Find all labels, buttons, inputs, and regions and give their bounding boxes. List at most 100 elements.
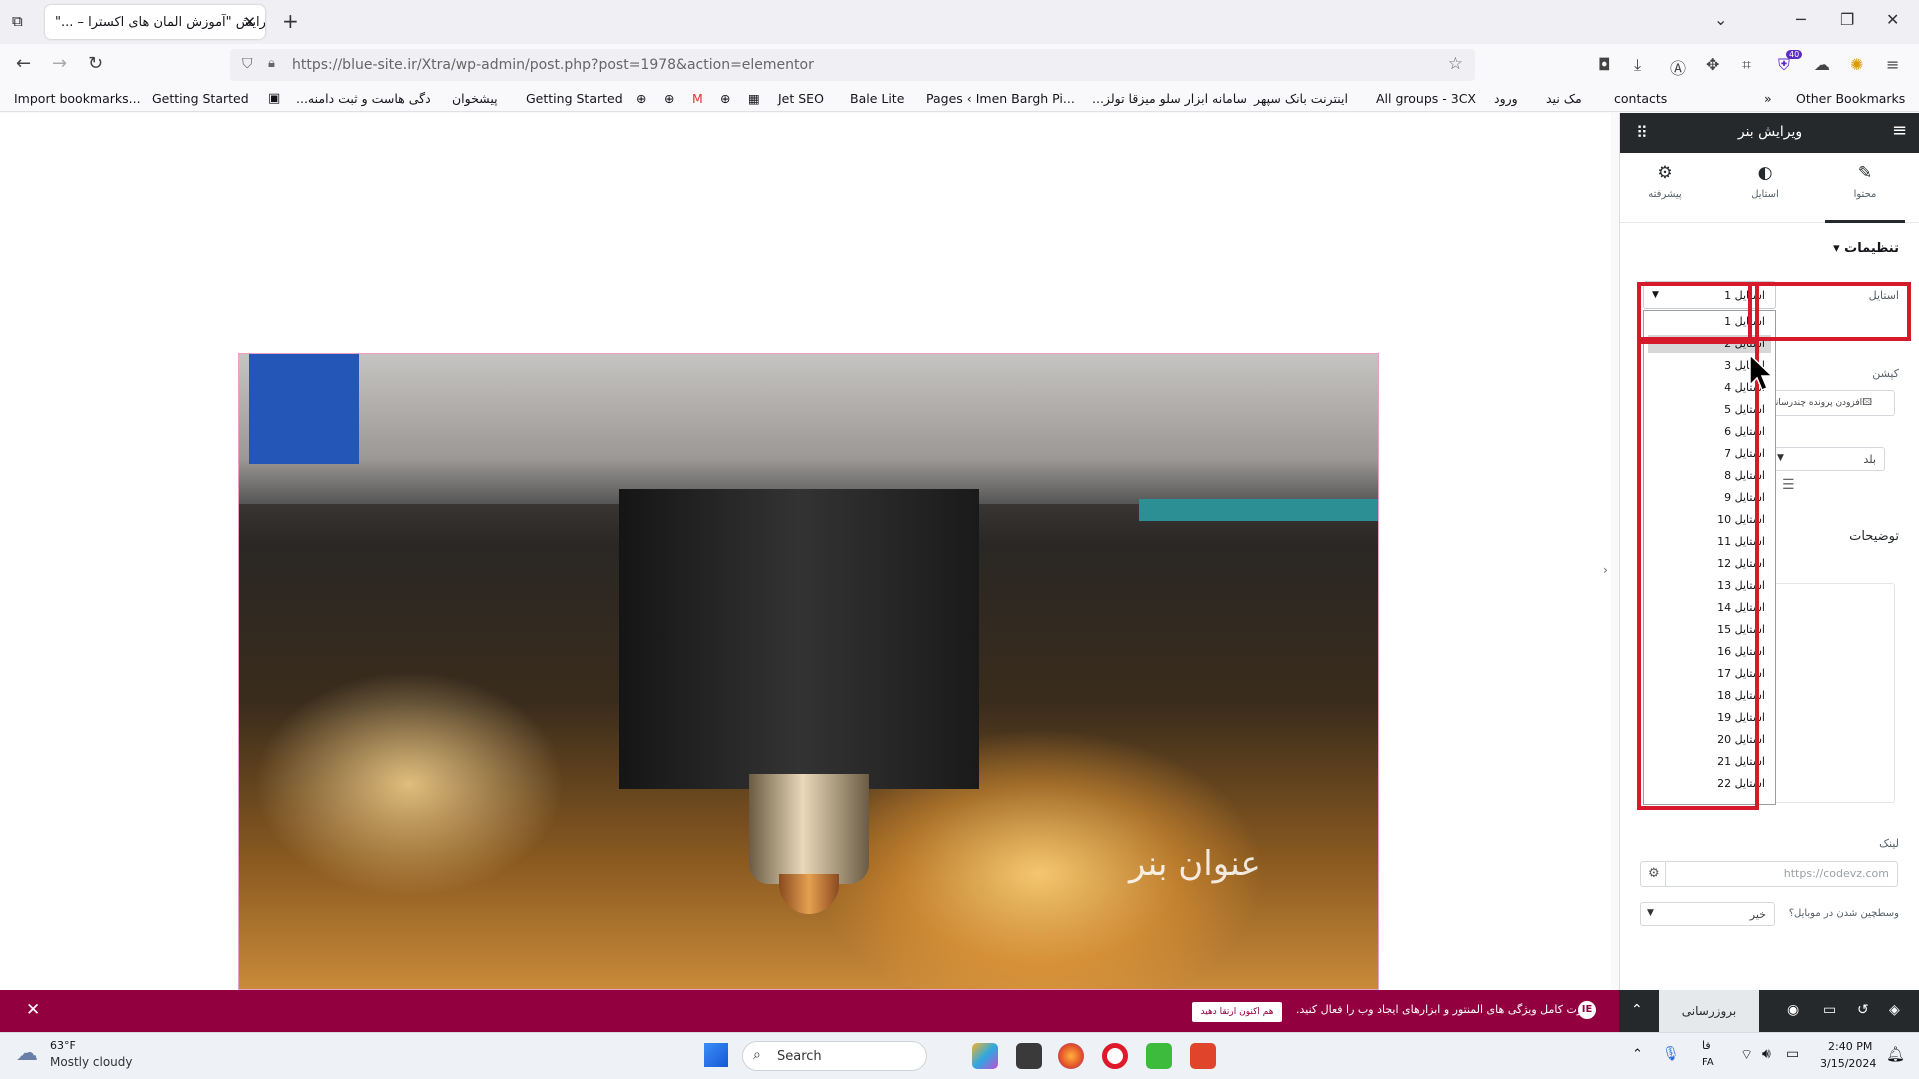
weather-desc[interactable]: Mostly cloudy: [50, 1055, 133, 1069]
bookmark-item[interactable]: Jet SEO: [778, 91, 824, 106]
bookmark-item[interactable]: Pages ‹ Imen Bargh Pi...: [926, 91, 1075, 106]
chevron-up-icon[interactable]: ⌃: [1632, 1047, 1643, 1062]
notification-icon[interactable]: 🔔︎: [1886, 1045, 1905, 1063]
download-icon[interactable]: ⤓: [1634, 55, 1641, 75]
divider: [1665, 862, 1666, 886]
browser-tab[interactable]: ویرایش "آموزش المان های اکسترا – ..." ✕: [45, 5, 265, 39]
bookmark-item[interactable]: اینترنت بانک سپهر: [1254, 91, 1348, 106]
upgrade-now-button[interactable]: هم اکنون ارتقا دهید: [1192, 1002, 1282, 1022]
crop-icon[interactable]: ⌗: [1742, 55, 1751, 75]
tab-list-icon[interactable]: ⧉: [12, 12, 23, 30]
responsive-icon[interactable]: ▭: [1823, 1002, 1836, 1018]
collapse-panel-icon[interactable]: ›: [1603, 563, 1608, 577]
input-language[interactable]: فا: [1702, 1039, 1711, 1052]
app-icon[interactable]: ▦: [748, 91, 760, 106]
camtasia-red-icon[interactable]: [1190, 1043, 1216, 1069]
copilot-icon[interactable]: [972, 1043, 998, 1069]
bookmark-star-icon[interactable]: ☆: [1448, 54, 1463, 74]
restore-icon[interactable]: ❐: [1840, 10, 1854, 29]
bookmark-item[interactable]: ...دگی هاست و ثبت دامنه: [296, 91, 431, 106]
bookmark-item[interactable]: Getting Started: [152, 91, 249, 106]
pocket-icon[interactable]: ◘: [1598, 55, 1611, 74]
firefox-icon[interactable]: [1058, 1043, 1084, 1069]
chevron-up-icon[interactable]: ⌃: [1631, 1002, 1643, 1018]
close-window-icon[interactable]: ✕: [1886, 10, 1899, 29]
wifi-icon[interactable]: ⌔: [1740, 1046, 1753, 1064]
battery-icon[interactable]: ▭: [1786, 1046, 1799, 1062]
bookmark-item[interactable]: contacts: [1614, 91, 1667, 106]
globe-icon[interactable]: ⊕: [664, 91, 674, 106]
volume-icon[interactable]: 🔊︎: [1762, 1046, 1771, 1062]
add-media-button[interactable]: 🖾 افزودن پرونده چندرسانه: [1770, 390, 1895, 416]
opera-icon[interactable]: [1102, 1043, 1128, 1069]
gmail-icon[interactable]: M: [692, 91, 703, 106]
new-tab-icon[interactable]: +: [282, 9, 299, 33]
description-textarea[interactable]: [1770, 583, 1895, 803]
globe-icon[interactable]: ⊕: [720, 91, 730, 106]
tab-content[interactable]: ✎ محتوا: [1825, 163, 1905, 223]
bookmark-item[interactable]: Getting Started: [526, 91, 623, 106]
windows-start-icon[interactable]: [704, 1043, 728, 1067]
clock-time[interactable]: 2:40 PM: [1828, 1040, 1872, 1053]
close-tab-icon[interactable]: ✕: [243, 13, 256, 31]
chevron-double-right-icon[interactable]: »: [1764, 91, 1772, 106]
editor-canvas[interactable]: عنوان بنر ›: [0, 113, 1611, 990]
alignment-select[interactable]: ▼ بلد: [1770, 447, 1885, 471]
upgrade-notice-bar: ✕ هم اکنون ارتقا دهید قدرت کامل ویژگی ها…: [0, 990, 1619, 1032]
gear-icon: ⚙: [1657, 163, 1673, 183]
bookmark-item[interactable]: All groups - 3CX: [1376, 91, 1476, 106]
camtasia-green-icon[interactable]: [1146, 1043, 1172, 1069]
file-explorer-icon[interactable]: [1016, 1043, 1042, 1069]
tab-advanced[interactable]: ⚙ پیشرفته: [1625, 163, 1705, 200]
folder-icon[interactable]: ▣: [268, 91, 280, 106]
extensions-icon[interactable]: ✥: [1706, 55, 1719, 74]
list-align-icon[interactable]: ☰: [1782, 477, 1795, 493]
bookmark-item[interactable]: پیشخوان: [452, 91, 498, 106]
image-machine-top: [239, 354, 1378, 504]
input-language-code[interactable]: FA: [1702, 1057, 1714, 1068]
tab-style[interactable]: ◐ استایل: [1725, 163, 1805, 200]
chevron-down-icon[interactable]: ⌄: [1714, 10, 1727, 29]
hamburger-menu-icon[interactable]: ≡: [1892, 120, 1907, 141]
bookmark-item[interactable]: Import bookmarks...: [14, 91, 141, 106]
image-nozzle: [749, 774, 869, 884]
image-add-icon: 🖾: [1862, 398, 1872, 408]
reload-icon[interactable]: ↻: [88, 53, 103, 74]
history-icon[interactable]: ↺: [1857, 1002, 1869, 1018]
globe-icon[interactable]: ⊕: [636, 91, 646, 106]
bookmark-item[interactable]: ورود: [1494, 91, 1518, 106]
url-bar[interactable]: ⛉ 🔒︎ https://blue-site.ir/Xtra/wp-admin/…: [230, 49, 1475, 81]
section-settings-title[interactable]: تنظیمات ▾: [1833, 241, 1899, 256]
shield-icon[interactable]: ⛉: [242, 56, 253, 72]
bookmark-item[interactable]: ...سامانه ابزار سلو میزقا تولز: [1092, 91, 1247, 106]
bookmark-item[interactable]: Bale Lite: [850, 91, 904, 106]
clock-date[interactable]: 3/15/2024: [1820, 1057, 1876, 1070]
weather-temp[interactable]: 63°F: [50, 1039, 76, 1052]
eye-icon[interactable]: ◉: [1787, 1002, 1799, 1018]
other-bookmarks[interactable]: Other Bookmarks: [1796, 91, 1905, 106]
link-input[interactable]: ⚙ https://codevz.com: [1640, 861, 1898, 887]
tab-label: محتوا: [1853, 189, 1877, 200]
highlight-box-list: [1637, 340, 1759, 810]
mobile-center-select[interactable]: ▼ خیر: [1640, 902, 1775, 926]
panel-title: ویرایش بنر: [1737, 124, 1803, 140]
bookmark-item[interactable]: مک نید: [1546, 91, 1582, 106]
update-button[interactable]: بروزرسانی: [1659, 990, 1759, 1032]
link-settings-icon[interactable]: ⚙: [1648, 866, 1660, 881]
taskbar-search[interactable]: ⌕ Search: [742, 1041, 927, 1071]
mobile-center-label: وسطچین شدن در موبایل؟: [1788, 908, 1899, 919]
account-icon[interactable]: Ⓐ: [1670, 55, 1686, 79]
layers-icon[interactable]: ◈: [1889, 1002, 1900, 1018]
microphone-icon[interactable]: 🎙︎: [1662, 1046, 1680, 1062]
banner-title[interactable]: عنوان بنر: [1129, 844, 1261, 884]
cloud-icon[interactable]: ☁: [1814, 55, 1830, 74]
highlight-box-select: [1637, 282, 1759, 341]
forward-icon[interactable]: →: [52, 53, 67, 74]
minimize-icon[interactable]: ─: [1796, 10, 1806, 29]
sun-extension-icon[interactable]: ✺: [1850, 55, 1863, 74]
banner-image[interactable]: عنوان بنر: [238, 353, 1379, 990]
back-icon[interactable]: ←: [16, 53, 31, 74]
close-notice-icon[interactable]: ✕: [26, 1000, 40, 1020]
browser-nav-bar: ← → ↻ ⛉ 🔒︎ https://blue-site.ir/Xtra/wp-…: [0, 44, 1919, 86]
menu-icon[interactable]: ≡: [1886, 55, 1899, 74]
